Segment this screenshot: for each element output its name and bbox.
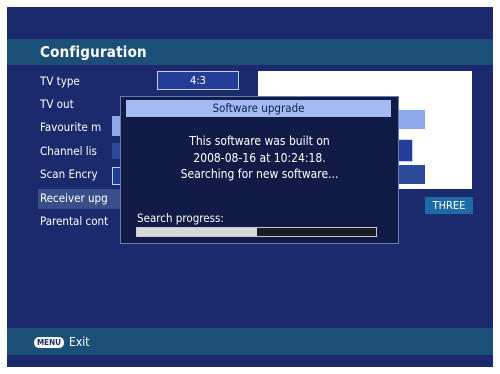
- search-progress-fill: [137, 228, 257, 236]
- dialog-line-1: This software was built on: [189, 134, 330, 148]
- dialog-line-2: 2008-08-16 at 10:24:18.: [193, 150, 326, 165]
- panel-bar-1: [395, 110, 425, 129]
- search-progress-bar: [136, 227, 377, 237]
- dialog-title: Software upgrade: [126, 100, 391, 117]
- menu-key-icon: MENU: [34, 337, 64, 348]
- menu-item-tv-type[interactable]: TV type: [40, 74, 140, 88]
- progress-label: Search progress:: [137, 211, 224, 225]
- dialog-line-3: Searching for new software...: [180, 167, 339, 181]
- tv-type-value[interactable]: 4:3: [157, 71, 239, 90]
- dialog-message: This software was built on 2008-08-16 at…: [121, 133, 398, 183]
- panel-bar-3: [395, 165, 425, 184]
- three-label: THREE: [425, 197, 473, 214]
- tv-screen: Configuration TV type TV out Favourite m…: [7, 7, 493, 367]
- exit-label[interactable]: Exit: [69, 335, 89, 349]
- software-upgrade-dialog: Software upgrade This software was built…: [120, 96, 399, 244]
- page-title: Configuration: [40, 43, 147, 61]
